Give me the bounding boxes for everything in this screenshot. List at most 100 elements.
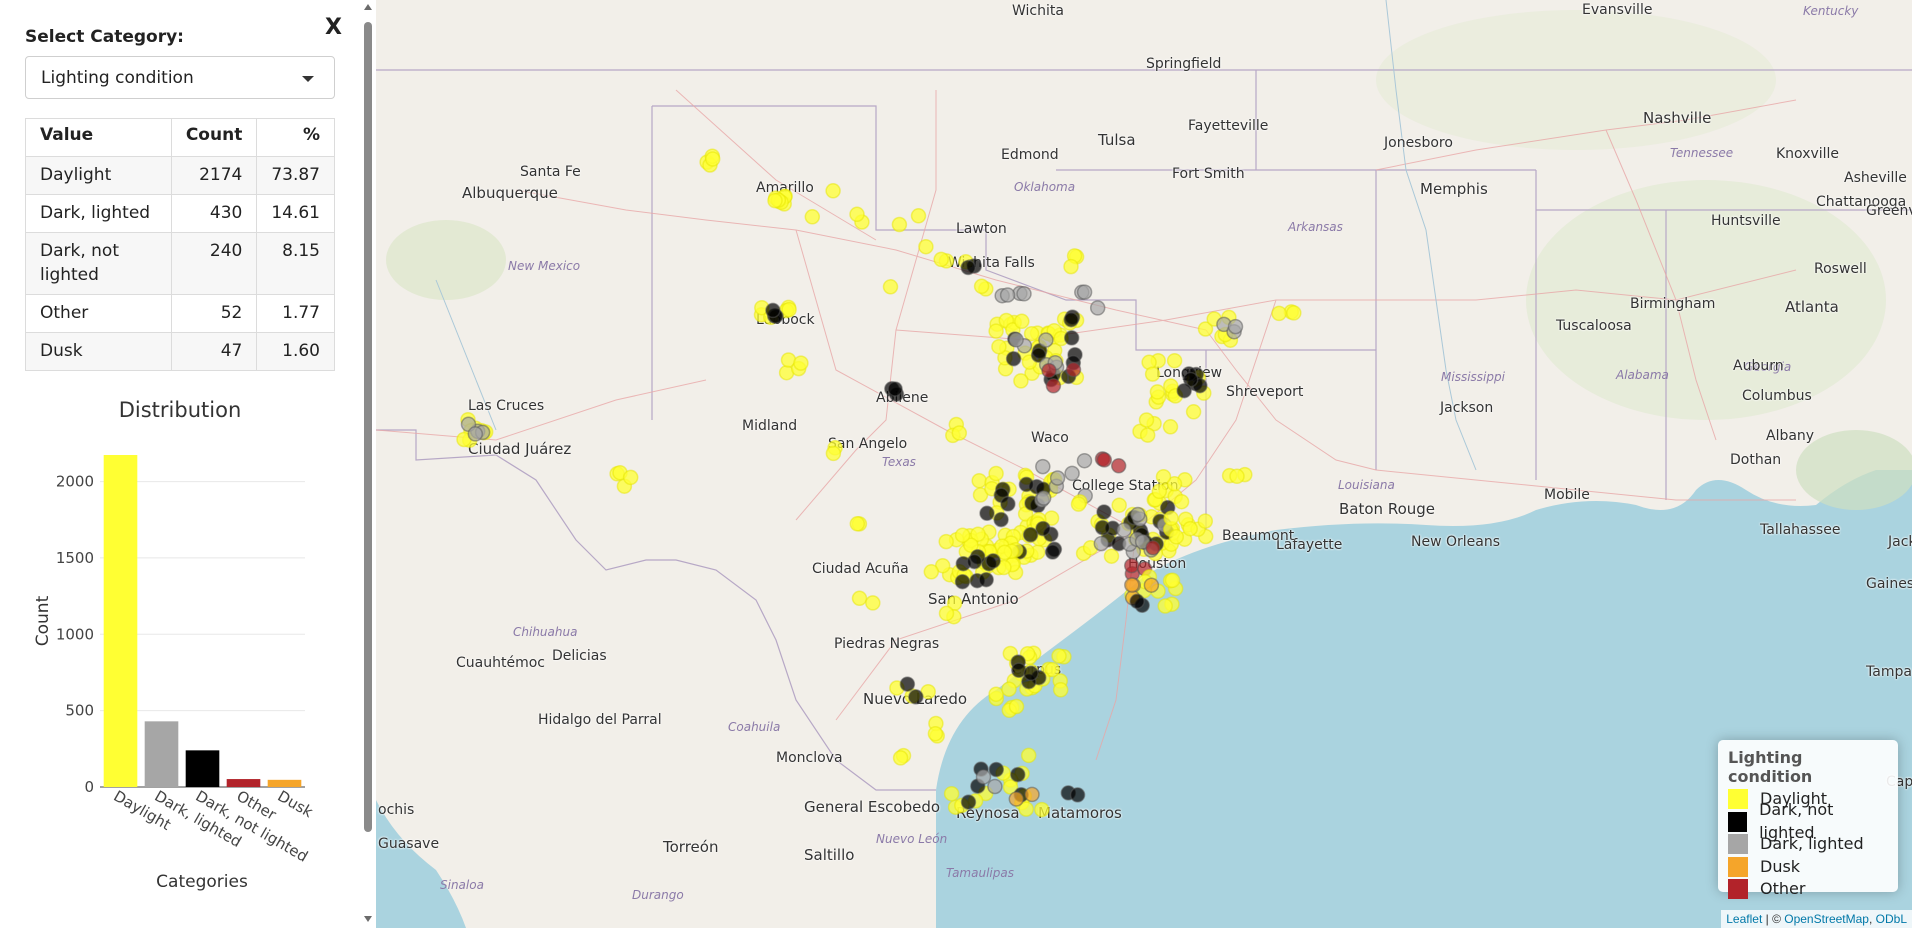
crash-marker[interactable] <box>781 301 797 318</box>
crash-marker[interactable] <box>1164 572 1181 589</box>
crash-marker[interactable] <box>1110 458 1127 474</box>
crash-marker[interactable] <box>1139 427 1156 443</box>
crash-marker[interactable] <box>1010 766 1026 783</box>
crash-marker[interactable] <box>1155 468 1172 485</box>
osm-link[interactable]: OpenStreetMap <box>1784 912 1869 926</box>
crash-marker[interactable] <box>1049 470 1066 486</box>
crash-marker[interactable] <box>1176 382 1192 399</box>
crash-marker[interactable] <box>1145 540 1161 556</box>
crash-marker[interactable] <box>1063 330 1080 346</box>
crash-marker[interactable] <box>988 686 1004 702</box>
crash-marker[interactable] <box>993 511 1009 528</box>
crash-marker[interactable] <box>1064 465 1080 482</box>
crash-marker[interactable] <box>1111 497 1127 513</box>
crash-marker[interactable] <box>1093 535 1110 552</box>
crash-marker[interactable] <box>1063 258 1079 275</box>
scroll-thumb[interactable] <box>364 22 372 832</box>
crash-marker[interactable] <box>923 564 940 580</box>
crash-marker[interactable] <box>1229 468 1245 485</box>
crash-marker[interactable] <box>793 355 809 371</box>
crash-marker[interactable] <box>1044 544 1061 560</box>
crash-marker[interactable] <box>954 573 971 590</box>
crash-marker[interactable] <box>910 208 927 224</box>
crash-marker[interactable] <box>1018 476 1035 493</box>
crash-marker[interactable] <box>988 761 1005 778</box>
leaflet-link[interactable]: Leaflet <box>1726 912 1762 926</box>
crash-marker[interactable] <box>1129 593 1145 610</box>
crash-marker[interactable] <box>1014 313 1030 330</box>
crash-marker[interactable] <box>1001 681 1017 697</box>
crash-marker[interactable] <box>1182 520 1198 537</box>
crash-marker[interactable] <box>467 426 484 442</box>
crash-marker[interactable] <box>1143 577 1160 593</box>
crash-marker[interactable] <box>908 689 924 705</box>
crash-marker[interactable] <box>1168 529 1185 545</box>
crash-marker[interactable] <box>849 206 865 223</box>
crash-marker[interactable] <box>927 725 944 742</box>
odbl-link[interactable]: ODbL <box>1876 912 1907 926</box>
crash-marker[interactable] <box>1227 318 1244 335</box>
crash-marker[interactable] <box>951 425 968 441</box>
crash-marker[interactable] <box>849 516 866 532</box>
crash-marker[interactable] <box>767 192 783 209</box>
crash-marker[interactable] <box>1020 747 1037 764</box>
crash-marker[interactable] <box>1035 458 1051 475</box>
crash-marker[interactable] <box>960 259 976 276</box>
crash-marker[interactable] <box>1162 419 1179 435</box>
crash-marker[interactable] <box>1116 522 1132 538</box>
crash-marker[interactable] <box>1123 557 1140 574</box>
crash-marker[interactable] <box>1008 332 1024 348</box>
crash-marker[interactable] <box>851 590 868 607</box>
crash-marker[interactable] <box>892 750 909 766</box>
crash-marker[interactable] <box>960 794 977 810</box>
crash-marker[interactable] <box>1022 527 1039 543</box>
crash-marker[interactable] <box>865 595 881 611</box>
crash-marker[interactable] <box>938 605 955 622</box>
crash-marker[interactable] <box>943 785 960 802</box>
crash-marker[interactable] <box>887 381 903 397</box>
crash-marker[interactable] <box>1271 305 1287 322</box>
crash-marker[interactable] <box>1013 373 1029 389</box>
crash-marker[interactable] <box>1070 496 1087 512</box>
crash-marker[interactable] <box>804 209 821 225</box>
crash-marker[interactable] <box>987 778 1003 795</box>
crash-markers-layer[interactable] <box>376 0 1912 928</box>
crash-marker[interactable] <box>1173 493 1190 510</box>
crash-marker[interactable] <box>1000 496 1016 512</box>
crash-marker[interactable] <box>1149 384 1166 400</box>
crash-marker[interactable] <box>1076 452 1093 469</box>
crash-marker[interactable] <box>938 533 954 550</box>
crash-marker[interactable] <box>1041 362 1057 379</box>
crash-marker[interactable] <box>971 472 987 489</box>
close-button[interactable]: X <box>325 15 342 40</box>
crash-marker[interactable] <box>622 469 639 486</box>
crash-marker[interactable] <box>765 302 781 319</box>
crash-marker[interactable] <box>1051 648 1067 664</box>
crash-marker[interactable] <box>1052 682 1069 698</box>
crash-marker[interactable] <box>1094 519 1111 536</box>
crash-marker[interactable] <box>1089 300 1106 316</box>
crash-marker[interactable] <box>1138 412 1155 428</box>
crash-marker[interactable] <box>933 251 949 268</box>
crash-marker[interactable] <box>825 445 842 462</box>
crash-marker[interactable] <box>1008 791 1025 807</box>
crash-marker[interactable] <box>825 183 841 199</box>
crash-marker[interactable] <box>988 465 1004 482</box>
crash-marker[interactable] <box>1024 786 1040 803</box>
crash-marker[interactable] <box>1008 698 1025 715</box>
crash-marker[interactable] <box>999 287 1016 303</box>
crash-marker[interactable] <box>1286 305 1302 321</box>
crash-marker[interactable] <box>918 238 934 255</box>
crash-marker[interactable] <box>966 553 983 570</box>
crash-marker[interactable] <box>1035 490 1052 506</box>
crash-marker[interactable] <box>973 278 990 295</box>
crash-marker[interactable] <box>1005 350 1022 367</box>
crash-marker[interactable] <box>1045 378 1062 394</box>
crash-marker[interactable] <box>899 676 916 692</box>
crash-marker[interactable] <box>1151 483 1168 500</box>
crash-marker[interactable] <box>1069 787 1086 803</box>
crash-marker[interactable] <box>1166 352 1183 369</box>
crash-marker[interactable] <box>1103 548 1120 564</box>
crash-marker[interactable] <box>988 323 1004 339</box>
crash-marker[interactable] <box>985 553 1001 569</box>
